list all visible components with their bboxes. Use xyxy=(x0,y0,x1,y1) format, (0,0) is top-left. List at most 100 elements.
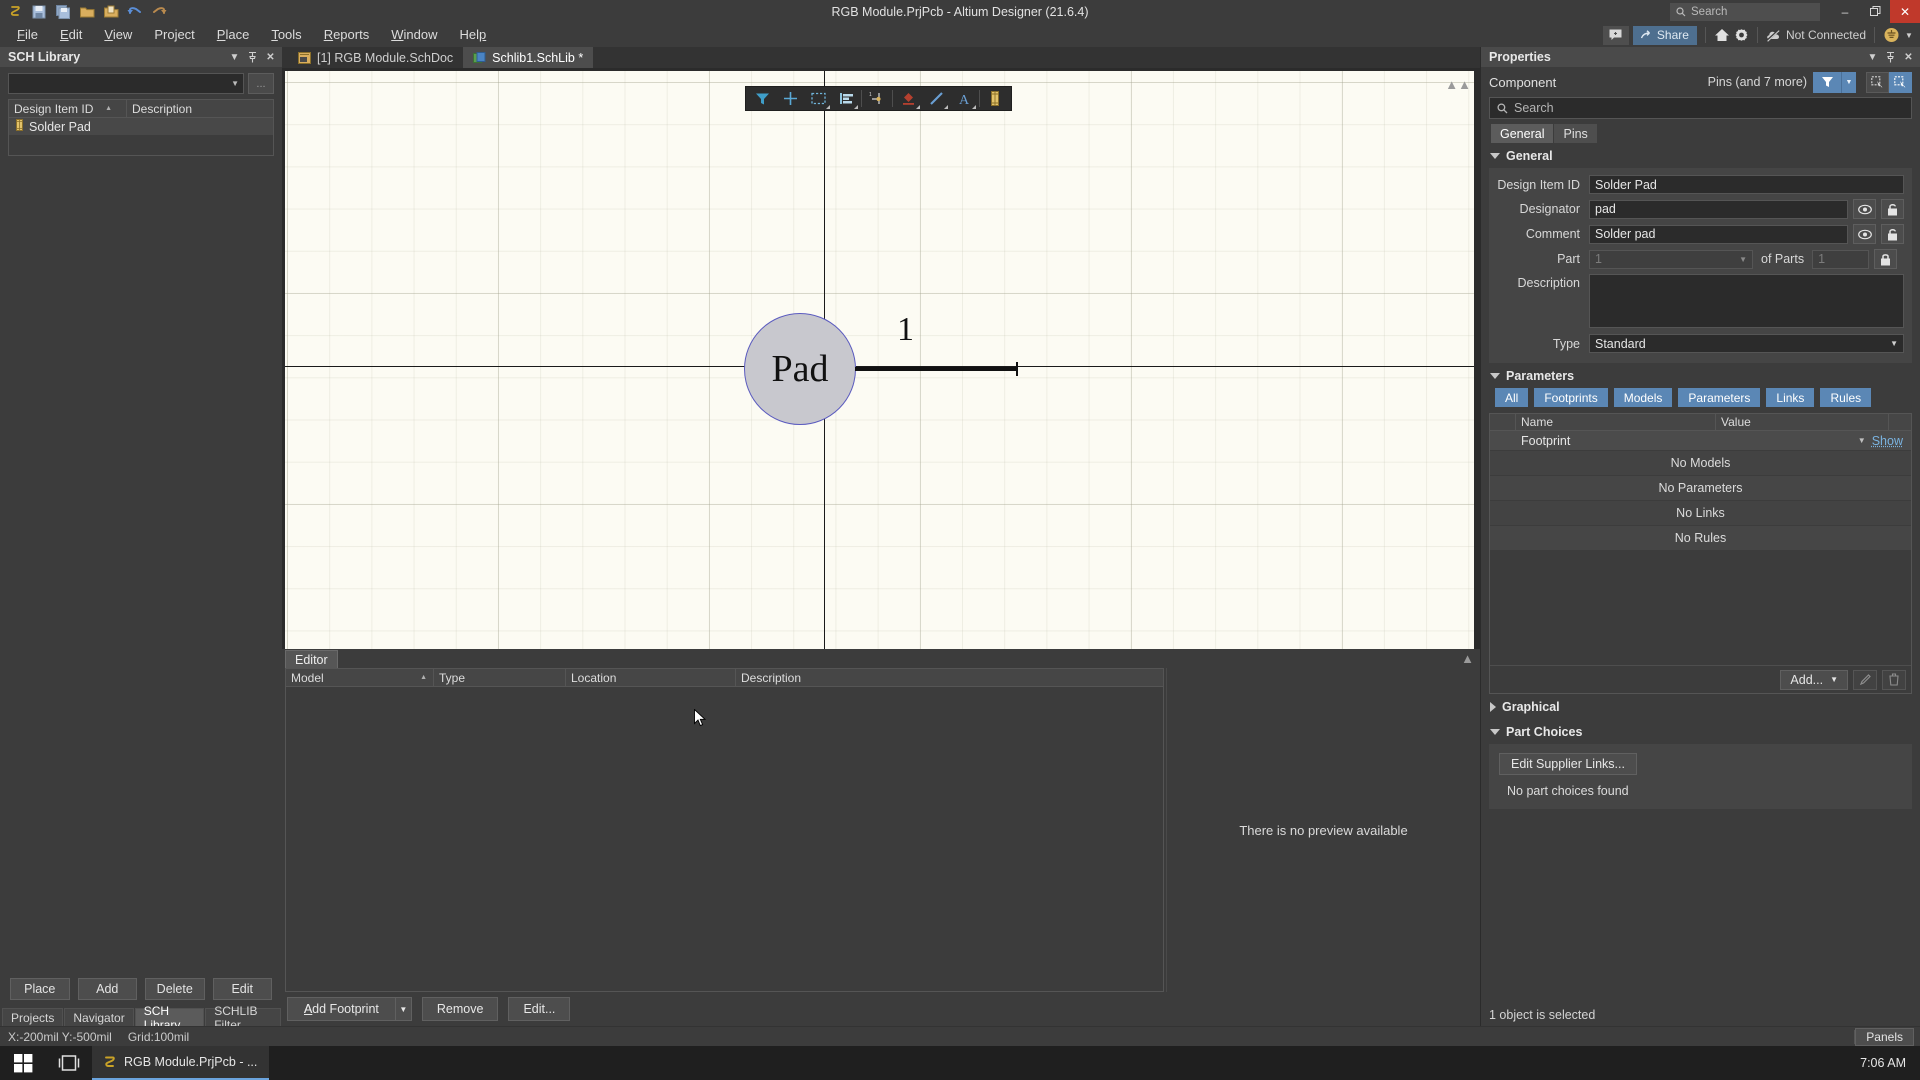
section-graphical-header[interactable]: Graphical xyxy=(1481,694,1920,719)
table-row[interactable]: Footprint ▼ Show xyxy=(1490,431,1911,450)
designator-input[interactable]: pad xyxy=(1589,199,1848,219)
panel-menu-icon[interactable]: ▼ xyxy=(227,49,242,65)
panels-button[interactable]: Panels xyxy=(1855,1027,1914,1046)
pin-line[interactable] xyxy=(855,367,1018,371)
tab-sch-library[interactable]: SCH Library xyxy=(134,1004,205,1032)
cross-probe-icon[interactable] xyxy=(776,87,804,110)
comment-lock-icon[interactable] xyxy=(1881,224,1904,244)
open-folder-icon[interactable] xyxy=(76,2,98,22)
redo-icon[interactable] xyxy=(148,2,170,22)
menu-file[interactable]: File xyxy=(6,23,49,47)
start-button-icon[interactable] xyxy=(0,1046,46,1080)
place-button[interactable]: Place xyxy=(10,978,70,1000)
filter-all-button[interactable]: All xyxy=(1495,388,1529,407)
add-button[interactable]: Add xyxy=(77,978,137,1000)
design-item-id-input[interactable]: Solder Pad xyxy=(1589,175,1904,194)
filter-icon[interactable] xyxy=(1813,71,1841,93)
user-account-avatar[interactable] xyxy=(1883,25,1900,45)
column-header-design-item-id[interactable]: Design Item ID ▲ xyxy=(9,100,127,117)
pin-icon[interactable] xyxy=(245,49,260,65)
delete-button[interactable]: Delete xyxy=(145,978,205,1000)
open-project-icon[interactable] xyxy=(100,2,122,22)
restore-button[interactable] xyxy=(1860,0,1890,23)
description-textarea[interactable] xyxy=(1589,274,1904,328)
column-header-description[interactable]: Description xyxy=(736,669,1163,686)
section-parameters-header[interactable]: Parameters xyxy=(1481,363,1920,388)
menu-tools[interactable]: Tools xyxy=(260,23,312,47)
close-icon[interactable]: ✕ xyxy=(1901,49,1916,65)
menu-edit[interactable]: Edit xyxy=(49,23,93,47)
add-footprint-button[interactable]: A Add Footprint xyxy=(287,997,395,1021)
filter-footprints-button[interactable]: Footprints xyxy=(1534,388,1608,407)
altium-logo-icon[interactable] xyxy=(4,2,26,22)
doc-tab-schlib[interactable]: Schlib1.SchLib * xyxy=(463,47,594,68)
undo-icon[interactable] xyxy=(124,2,146,22)
table-row[interactable]: Solder Pad xyxy=(9,118,273,135)
menu-place[interactable]: Place xyxy=(206,23,261,47)
select-all-icon[interactable] xyxy=(1889,71,1912,93)
place-text-icon[interactable]: A xyxy=(950,87,978,110)
close-icon[interactable]: ✕ xyxy=(263,49,278,65)
designator-visibility-eye-icon[interactable] xyxy=(1853,199,1876,219)
comment-visibility-eye-icon[interactable] xyxy=(1853,224,1876,244)
comment-input[interactable]: Solder pad xyxy=(1589,224,1848,244)
comments-icon[interactable] xyxy=(1602,25,1629,45)
menu-view[interactable]: View xyxy=(93,23,143,47)
tab-pins[interactable]: Pins xyxy=(1554,124,1597,143)
save-icon[interactable] xyxy=(28,2,50,22)
section-general-header[interactable]: General xyxy=(1481,143,1920,168)
column-header-value[interactable]: Value xyxy=(1716,414,1889,430)
pencil-icon[interactable] xyxy=(1853,669,1877,690)
gear-icon[interactable] xyxy=(1734,25,1749,45)
menu-project[interactable]: Project xyxy=(143,23,205,47)
filter-rules-button[interactable]: Rules xyxy=(1820,388,1872,407)
select-area-icon[interactable] xyxy=(804,87,832,110)
section-part-choices-header[interactable]: Part Choices xyxy=(1481,719,1920,744)
add-parameter-button[interactable]: Add... ▼ xyxy=(1780,669,1848,690)
column-header-type[interactable]: Type xyxy=(434,669,566,686)
menu-window[interactable]: Window xyxy=(380,23,448,47)
tab-projects[interactable]: Projects xyxy=(2,1008,64,1026)
collapse-editor-icon[interactable]: ▲ xyxy=(1461,651,1474,666)
column-header-location[interactable]: Location xyxy=(566,669,736,686)
part-combo[interactable]: 1 ▼ xyxy=(1589,249,1753,269)
share-button[interactable]: Share xyxy=(1632,25,1697,45)
filter-parameters-button[interactable]: Parameters xyxy=(1678,388,1761,407)
place-part-icon[interactable] xyxy=(981,87,1009,110)
tab-editor[interactable]: Editor xyxy=(285,650,338,668)
edit-button[interactable]: Edit xyxy=(212,978,272,1000)
column-header-model[interactable]: Model ▲ xyxy=(286,669,434,686)
panel-menu-icon[interactable]: ▼ xyxy=(1865,49,1880,65)
edit-footprint-button[interactable]: Edit... xyxy=(508,997,571,1021)
library-browse-button[interactable]: ... xyxy=(248,73,274,94)
model-table-body[interactable] xyxy=(286,687,1163,991)
properties-search-input[interactable]: Search xyxy=(1489,97,1912,119)
filter-models-button[interactable]: Models xyxy=(1613,388,1673,407)
solder-pad-symbol[interactable]: Pad 1 xyxy=(744,301,1074,431)
remove-footprint-button[interactable]: Remove xyxy=(421,997,499,1021)
task-view-icon[interactable] xyxy=(46,1046,92,1080)
filter-icon[interactable] xyxy=(748,87,776,110)
add-footprint-dropdown-icon[interactable]: ▼ xyxy=(394,997,412,1021)
account-dropdown-icon[interactable]: ▼ xyxy=(1904,25,1914,45)
tab-navigator[interactable]: Navigator xyxy=(64,1008,134,1026)
menu-help[interactable]: Help xyxy=(448,23,497,47)
tab-schlib-filter[interactable]: SCHLIB Filter xyxy=(205,1004,281,1032)
select-similar-icon[interactable] xyxy=(1866,71,1889,93)
part-lock-icon[interactable] xyxy=(1874,249,1898,269)
align-icon[interactable] xyxy=(832,87,860,110)
column-header-name[interactable]: Name xyxy=(1516,414,1716,430)
type-combo[interactable]: Standard ▼ xyxy=(1589,334,1904,353)
parameter-show-link[interactable]: Show xyxy=(1872,434,1911,448)
taskbar-app-altium[interactable]: RGB Module.PrjPcb - ... xyxy=(92,1046,270,1080)
close-button[interactable]: ✕ xyxy=(1890,0,1920,23)
collapse-canvas-icon[interactable]: ▲▲ xyxy=(1445,77,1471,92)
model-table[interactable]: Model ▲ Type Location Description xyxy=(285,668,1164,992)
pad-body[interactable]: Pad xyxy=(744,313,856,425)
save-all-icon[interactable] xyxy=(52,2,74,22)
place-pin-icon[interactable]: 1 xyxy=(863,87,891,110)
schematic-canvas[interactable]: 1 A Pad 1 ▲▲ xyxy=(285,71,1474,649)
designator-lock-icon[interactable] xyxy=(1881,199,1904,219)
doc-tab-schdoc[interactable]: [1] RGB Module.SchDoc xyxy=(288,47,463,68)
filter-dropdown-icon[interactable]: ▼ xyxy=(1841,71,1856,93)
